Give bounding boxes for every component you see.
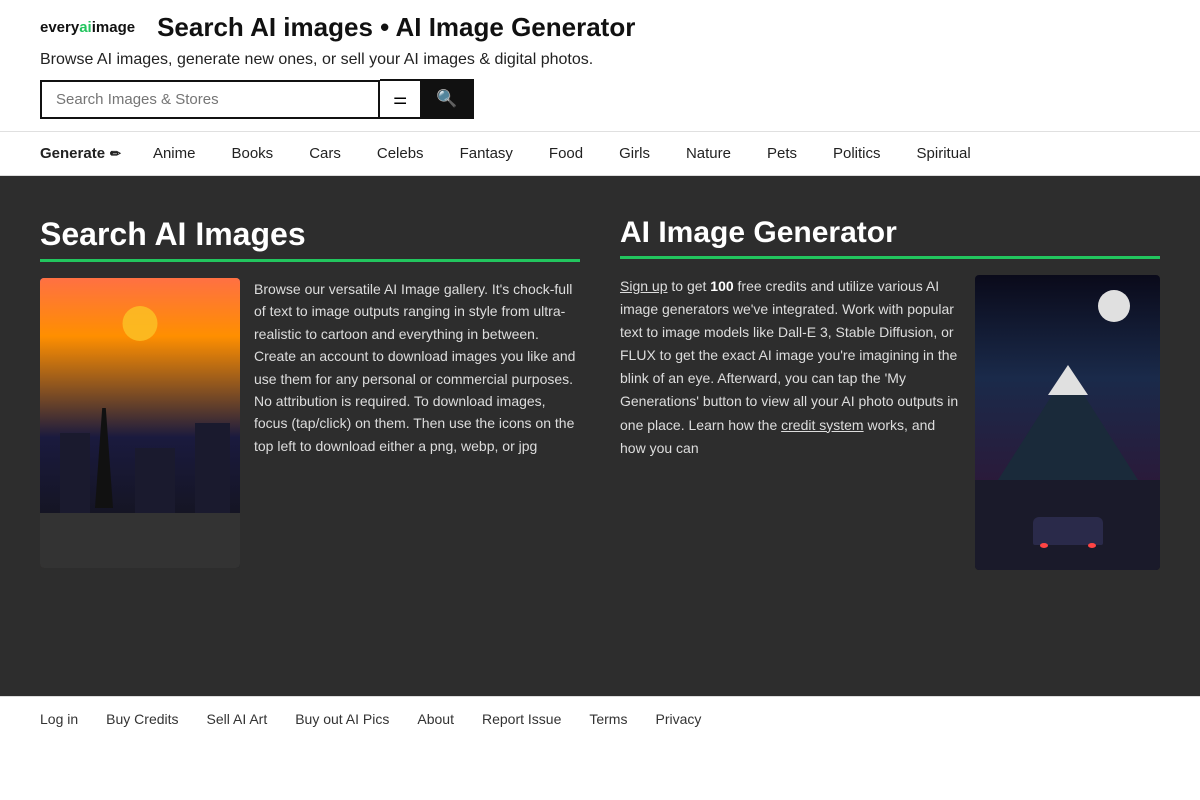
building-1 — [60, 433, 90, 513]
nav-bar: Generate ✏ Anime Books Cars Celebs Fanta… — [0, 132, 1200, 176]
nav-item-spiritual[interactable]: Spiritual — [899, 132, 989, 175]
nav-item-nature[interactable]: Nature — [668, 132, 749, 175]
logo-ai-highlight: ai — [79, 19, 92, 36]
desc-after-bold: free credits and utilize various AI imag… — [620, 278, 958, 433]
header-top: everyaiimage Search AI images • AI Image… — [40, 12, 1160, 43]
logo-area: everyaiimage — [40, 19, 135, 36]
nav-item-fantasy[interactable]: Fantasy — [442, 132, 531, 175]
left-description: Browse our versatile AI Image gallery. I… — [254, 278, 580, 457]
mountain-snow — [1048, 365, 1088, 395]
footer: Log in Buy Credits Sell AI Art Buy out A… — [0, 696, 1200, 741]
headlight-left — [1040, 543, 1048, 548]
free-credits-number: 100 — [710, 278, 733, 294]
footer-link-buyout-ai-pics[interactable]: Buy out AI Pics — [295, 711, 389, 727]
generate-label: Generate — [40, 145, 105, 162]
site-title: Search AI images • AI Image Generator — [157, 12, 635, 43]
building-2 — [135, 448, 175, 513]
headlight-right — [1088, 543, 1096, 548]
logo-text: everyaiimage — [40, 19, 135, 36]
right-section-title: AI Image Generator — [620, 216, 1160, 250]
desc-before-bold: to get — [667, 278, 710, 294]
right-column: AI Image Generator Sign up to get 100 fr… — [620, 216, 1160, 656]
search-icon: 🔍 — [436, 89, 457, 109]
sun — [123, 306, 158, 341]
credit-system-link[interactable]: credit system — [781, 417, 863, 433]
footer-link-privacy[interactable]: Privacy — [655, 711, 701, 727]
search-row: ⚌ 🔍 — [40, 79, 1160, 119]
footer-link-sell-ai-art[interactable]: Sell AI Art — [207, 711, 268, 727]
search-input[interactable] — [40, 80, 380, 119]
moon — [1098, 290, 1130, 322]
footer-link-login[interactable]: Log in — [40, 711, 78, 727]
right-hero-image — [975, 275, 1160, 570]
headlights — [1040, 543, 1096, 548]
main-content: Search AI Images Browse our versatile AI… — [0, 176, 1200, 696]
pencil-icon: ✏ — [110, 146, 121, 162]
left-column: Search AI Images Browse our versatile AI… — [40, 216, 580, 656]
city-road — [40, 513, 240, 568]
nav-item-politics[interactable]: Politics — [815, 132, 899, 175]
left-section-title: Search AI Images — [40, 216, 580, 253]
footer-link-terms[interactable]: Terms — [589, 711, 627, 727]
tagline: Browse AI images, generate new ones, or … — [40, 51, 1160, 69]
car — [1033, 517, 1103, 545]
nav-item-pets[interactable]: Pets — [749, 132, 815, 175]
left-text-block: Browse our versatile AI Image gallery. I… — [40, 278, 580, 568]
city-tower — [95, 408, 113, 508]
right-description: Sign up to get 100 free credits and util… — [620, 275, 961, 460]
nav-item-books[interactable]: Books — [213, 132, 291, 175]
search-button[interactable]: 🔍 — [422, 79, 473, 119]
night-scene — [975, 275, 1160, 570]
nav-item-anime[interactable]: Anime — [135, 132, 214, 175]
nav-item-celebs[interactable]: Celebs — [359, 132, 442, 175]
footer-link-report-issue[interactable]: Report Issue — [482, 711, 561, 727]
left-title-underline — [40, 259, 580, 262]
nav-item-food[interactable]: Food — [531, 132, 601, 175]
city-scene — [40, 278, 240, 568]
footer-link-buy-credits[interactable]: Buy Credits — [106, 711, 178, 727]
filter-icon: ⚌ — [393, 89, 407, 109]
nav-item-cars[interactable]: Cars — [291, 132, 359, 175]
right-title-underline — [620, 256, 1160, 259]
left-hero-image — [40, 278, 240, 568]
filter-button[interactable]: ⚌ — [380, 79, 422, 119]
building-3 — [195, 423, 230, 513]
signup-link[interactable]: Sign up — [620, 278, 667, 294]
header: everyaiimage Search AI images • AI Image… — [0, 0, 1200, 132]
nav-item-girls[interactable]: Girls — [601, 132, 668, 175]
right-text-block: Sign up to get 100 free credits and util… — [620, 275, 1160, 570]
footer-link-about[interactable]: About — [417, 711, 454, 727]
nav-generate[interactable]: Generate ✏ — [40, 132, 135, 175]
